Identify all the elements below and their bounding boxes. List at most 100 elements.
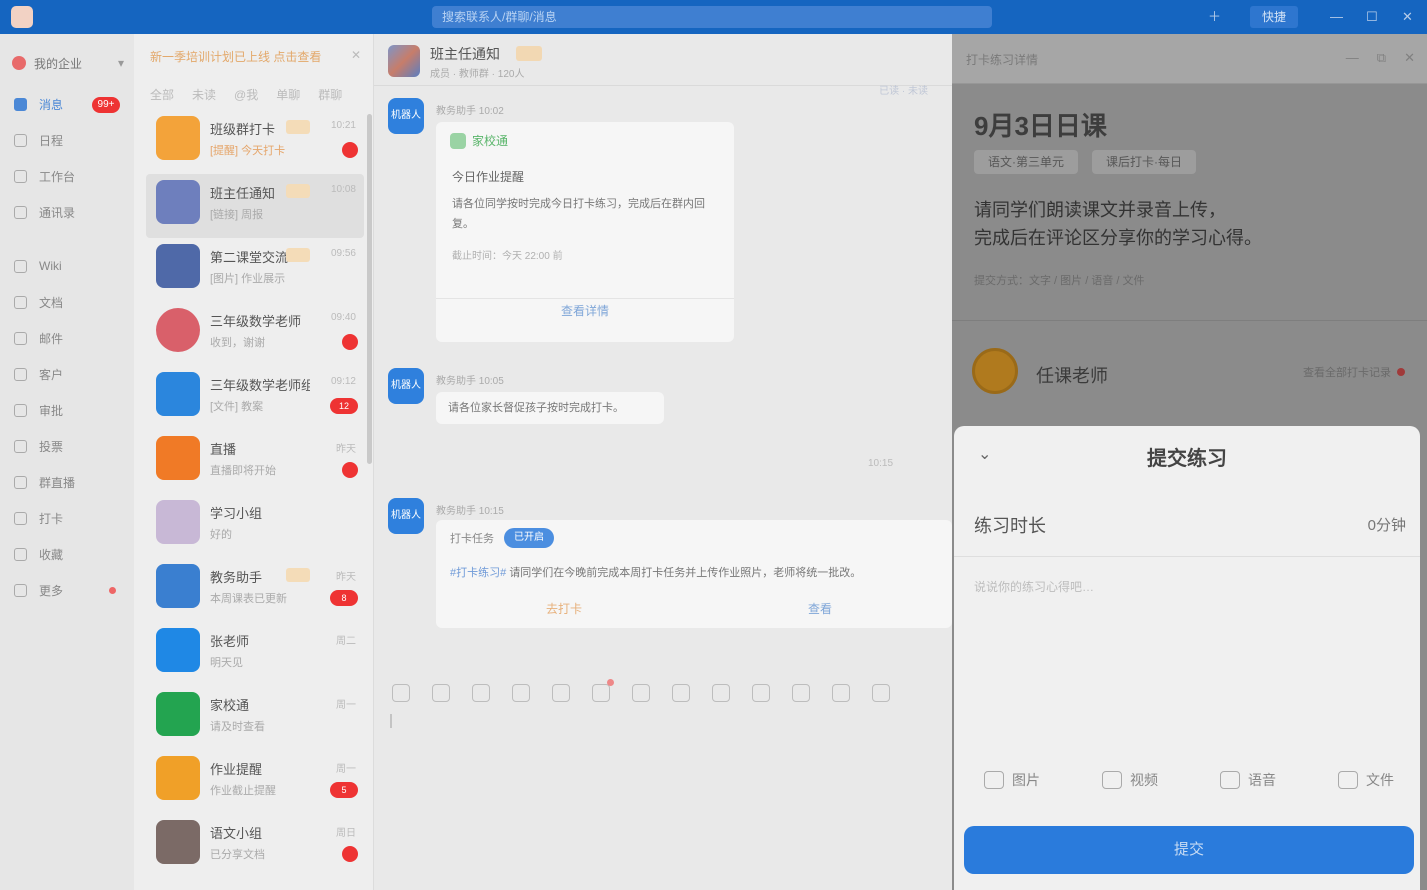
- view-details-button[interactable]: 查看详情: [436, 302, 734, 319]
- org-switcher[interactable]: 我的企业 ▾: [12, 52, 124, 74]
- nav-item[interactable]: Wiki: [14, 254, 126, 278]
- duration-row[interactable]: 练习时长 0分钟: [974, 512, 1406, 538]
- filter-tab[interactable]: 群聊: [318, 86, 342, 103]
- attach-file-button[interactable]: 文件: [1338, 770, 1394, 790]
- left-nav: 我的企业 ▾ 消息 99+ 日程工作台通讯录 Wiki 文档邮件客户审批投票群直播打卡收…: [0, 34, 134, 890]
- conversation-item[interactable]: 三年级数学老师 09:40 收到，谢谢: [146, 302, 364, 366]
- conversation-item[interactable]: 第二课堂交流 09:56 [图片] 作业展示: [146, 238, 364, 302]
- conversation-time: 周一: [336, 700, 356, 711]
- calendar-icon[interactable]: [712, 684, 730, 702]
- nav-item[interactable]: 收藏: [14, 542, 126, 566]
- submit-button[interactable]: 提交: [964, 826, 1414, 874]
- more-icon[interactable]: [872, 684, 890, 702]
- task-text: #打卡练习# 请同学们在今晚前完成本周打卡任务并上传作业照片，老师将统一批改。: [450, 564, 950, 580]
- nav-item[interactable]: 消息 99+: [14, 92, 126, 116]
- conversation-list: 新一季培训计划已上线 点击查看 ✕ 全部 未读 @我 单聊 群聊 班级群打卡 10:21[…: [134, 34, 374, 890]
- card-footnote: 截止时间：今天 22:00 前: [452, 251, 563, 262]
- records-link[interactable]: 查看全部打卡记录: [1303, 364, 1405, 380]
- avatar: [156, 372, 200, 416]
- checkin-button[interactable]: 去打卡: [546, 600, 582, 617]
- attach-label: 视频: [1130, 772, 1158, 788]
- nav-item[interactable]: 审批: [14, 398, 126, 422]
- file-icon[interactable]: [512, 684, 530, 702]
- avatar: [156, 244, 200, 288]
- nav-item[interactable]: 通讯录: [14, 200, 126, 224]
- image-icon[interactable]: [472, 684, 490, 702]
- quick-button[interactable]: 快捷: [1250, 6, 1298, 28]
- filter-tab[interactable]: 单聊: [276, 86, 300, 103]
- lesson-tags: 语文·第三单元 课后打卡·每日: [974, 150, 1196, 174]
- conversation-item[interactable]: 教务助手 昨天 本周课表已更新 8: [146, 558, 364, 622]
- maximize-icon[interactable]: ☐: [1366, 9, 1378, 25]
- nav-label: Wiki: [39, 259, 62, 273]
- card-brand: 家校通: [450, 132, 508, 149]
- conversation-item[interactable]: 三年级数学老师组 09:12 [文件] 教案 12: [146, 366, 364, 430]
- checkin-icon[interactable]: [592, 679, 614, 702]
- conversation-item[interactable]: 家校通 周一 请及时查看: [146, 686, 364, 750]
- avatar: [156, 756, 200, 800]
- screenshot-icon[interactable]: [552, 684, 570, 702]
- read-status[interactable]: 已读 · 未读: [879, 82, 928, 97]
- attach-video-button[interactable]: 视频: [1102, 770, 1158, 790]
- nav-item[interactable]: 打卡: [14, 506, 126, 530]
- task-card: 打卡任务 已开启 #打卡练习# 请同学们在今晚前完成本周打卡任务并上传作业照片，…: [436, 520, 952, 628]
- nav-item[interactable]: 日程: [14, 128, 126, 152]
- group-avatar[interactable]: [388, 45, 420, 77]
- video-icon[interactable]: [632, 684, 650, 702]
- live-icon[interactable]: [832, 684, 850, 702]
- nav-label: 工作台: [39, 169, 76, 184]
- popout-icon[interactable]: ⧉: [1377, 50, 1386, 66]
- conversation-item[interactable]: 班级群打卡 10:21 [提醒] 今天打卡: [146, 110, 364, 174]
- group-tag: [516, 46, 542, 61]
- mention-icon[interactable]: [432, 684, 450, 702]
- nav-item[interactable]: 更多: [14, 578, 126, 602]
- conversation-item[interactable]: 直播 昨天 直播即将开始: [146, 430, 364, 494]
- search-input[interactable]: 搜索联系人/群聊/消息: [432, 6, 992, 28]
- conversation-name: 学习小组: [210, 506, 263, 521]
- nav-item[interactable]: 投票: [14, 434, 126, 458]
- nav-icon: [14, 439, 27, 453]
- minimize-icon[interactable]: —: [1346, 50, 1359, 66]
- timestamp: 10:15: [868, 458, 894, 469]
- bot-avatar[interactable]: 机器人: [388, 498, 424, 534]
- topic-link[interactable]: #打卡练习#: [450, 567, 506, 579]
- chat-header: 班主任通知 成员 · 教师群 · 120人: [374, 34, 952, 86]
- conversation-item[interactable]: 班主任通知 10:08 [链接] 周报: [146, 174, 364, 238]
- doc-icon[interactable]: [672, 684, 690, 702]
- scrollbar[interactable]: [367, 114, 372, 464]
- close-icon[interactable]: ✕: [1402, 9, 1413, 25]
- attach-microphone-button[interactable]: 语音: [1220, 770, 1276, 790]
- teacher-avatar[interactable]: [972, 348, 1018, 394]
- filter-tab[interactable]: 全部: [150, 86, 174, 103]
- nav-icon: [14, 367, 27, 381]
- nav-item[interactable]: 群直播: [14, 470, 126, 494]
- conversation-item[interactable]: 语文小组 周日 已分享文档: [146, 814, 364, 878]
- vote-icon[interactable]: [792, 684, 810, 702]
- bot-avatar[interactable]: 机器人: [388, 98, 424, 134]
- conversation-preview: 直播即将开始: [210, 465, 276, 477]
- conversation-item[interactable]: 学习小组 好的: [146, 494, 364, 558]
- task-body: 请同学们在今晚前完成本周打卡任务并上传作业照片，老师将统一批改。: [509, 567, 862, 579]
- add-icon[interactable]: ＋: [1208, 9, 1221, 25]
- notes-textarea[interactable]: 说说你的练习心得吧…: [974, 578, 1094, 595]
- view-button[interactable]: 查看: [808, 600, 832, 617]
- nav-item[interactable]: 文档: [14, 290, 126, 314]
- filter-tab[interactable]: @我: [234, 86, 258, 103]
- nav-item[interactable]: 邮件: [14, 326, 126, 350]
- close-icon[interactable]: ✕: [351, 48, 361, 62]
- bot-avatar[interactable]: 机器人: [388, 368, 424, 404]
- emoji-icon[interactable]: [392, 684, 410, 702]
- nav-item[interactable]: 客户: [14, 362, 126, 386]
- conversation-item[interactable]: 作业提醒 周一 作业截止提醒 5: [146, 750, 364, 814]
- chat-panel: 班主任通知 成员 · 教师群 · 120人 已读 · 未读 机器人 教务助手 1…: [374, 34, 952, 890]
- notice-banner[interactable]: 新一季培训计划已上线 点击查看: [150, 48, 350, 65]
- minimize-icon[interactable]: —: [1330, 9, 1343, 25]
- group-tag: [286, 248, 310, 262]
- attach-image-button[interactable]: 图片: [984, 770, 1040, 790]
- filter-tab[interactable]: 未读: [192, 86, 216, 103]
- task-icon[interactable]: [752, 684, 770, 702]
- status-badge: 已开启: [504, 528, 554, 548]
- nav-item[interactable]: 工作台: [14, 164, 126, 188]
- conversation-item[interactable]: 张老师 周二 明天见: [146, 622, 364, 686]
- close-icon[interactable]: ✕: [1404, 50, 1415, 66]
